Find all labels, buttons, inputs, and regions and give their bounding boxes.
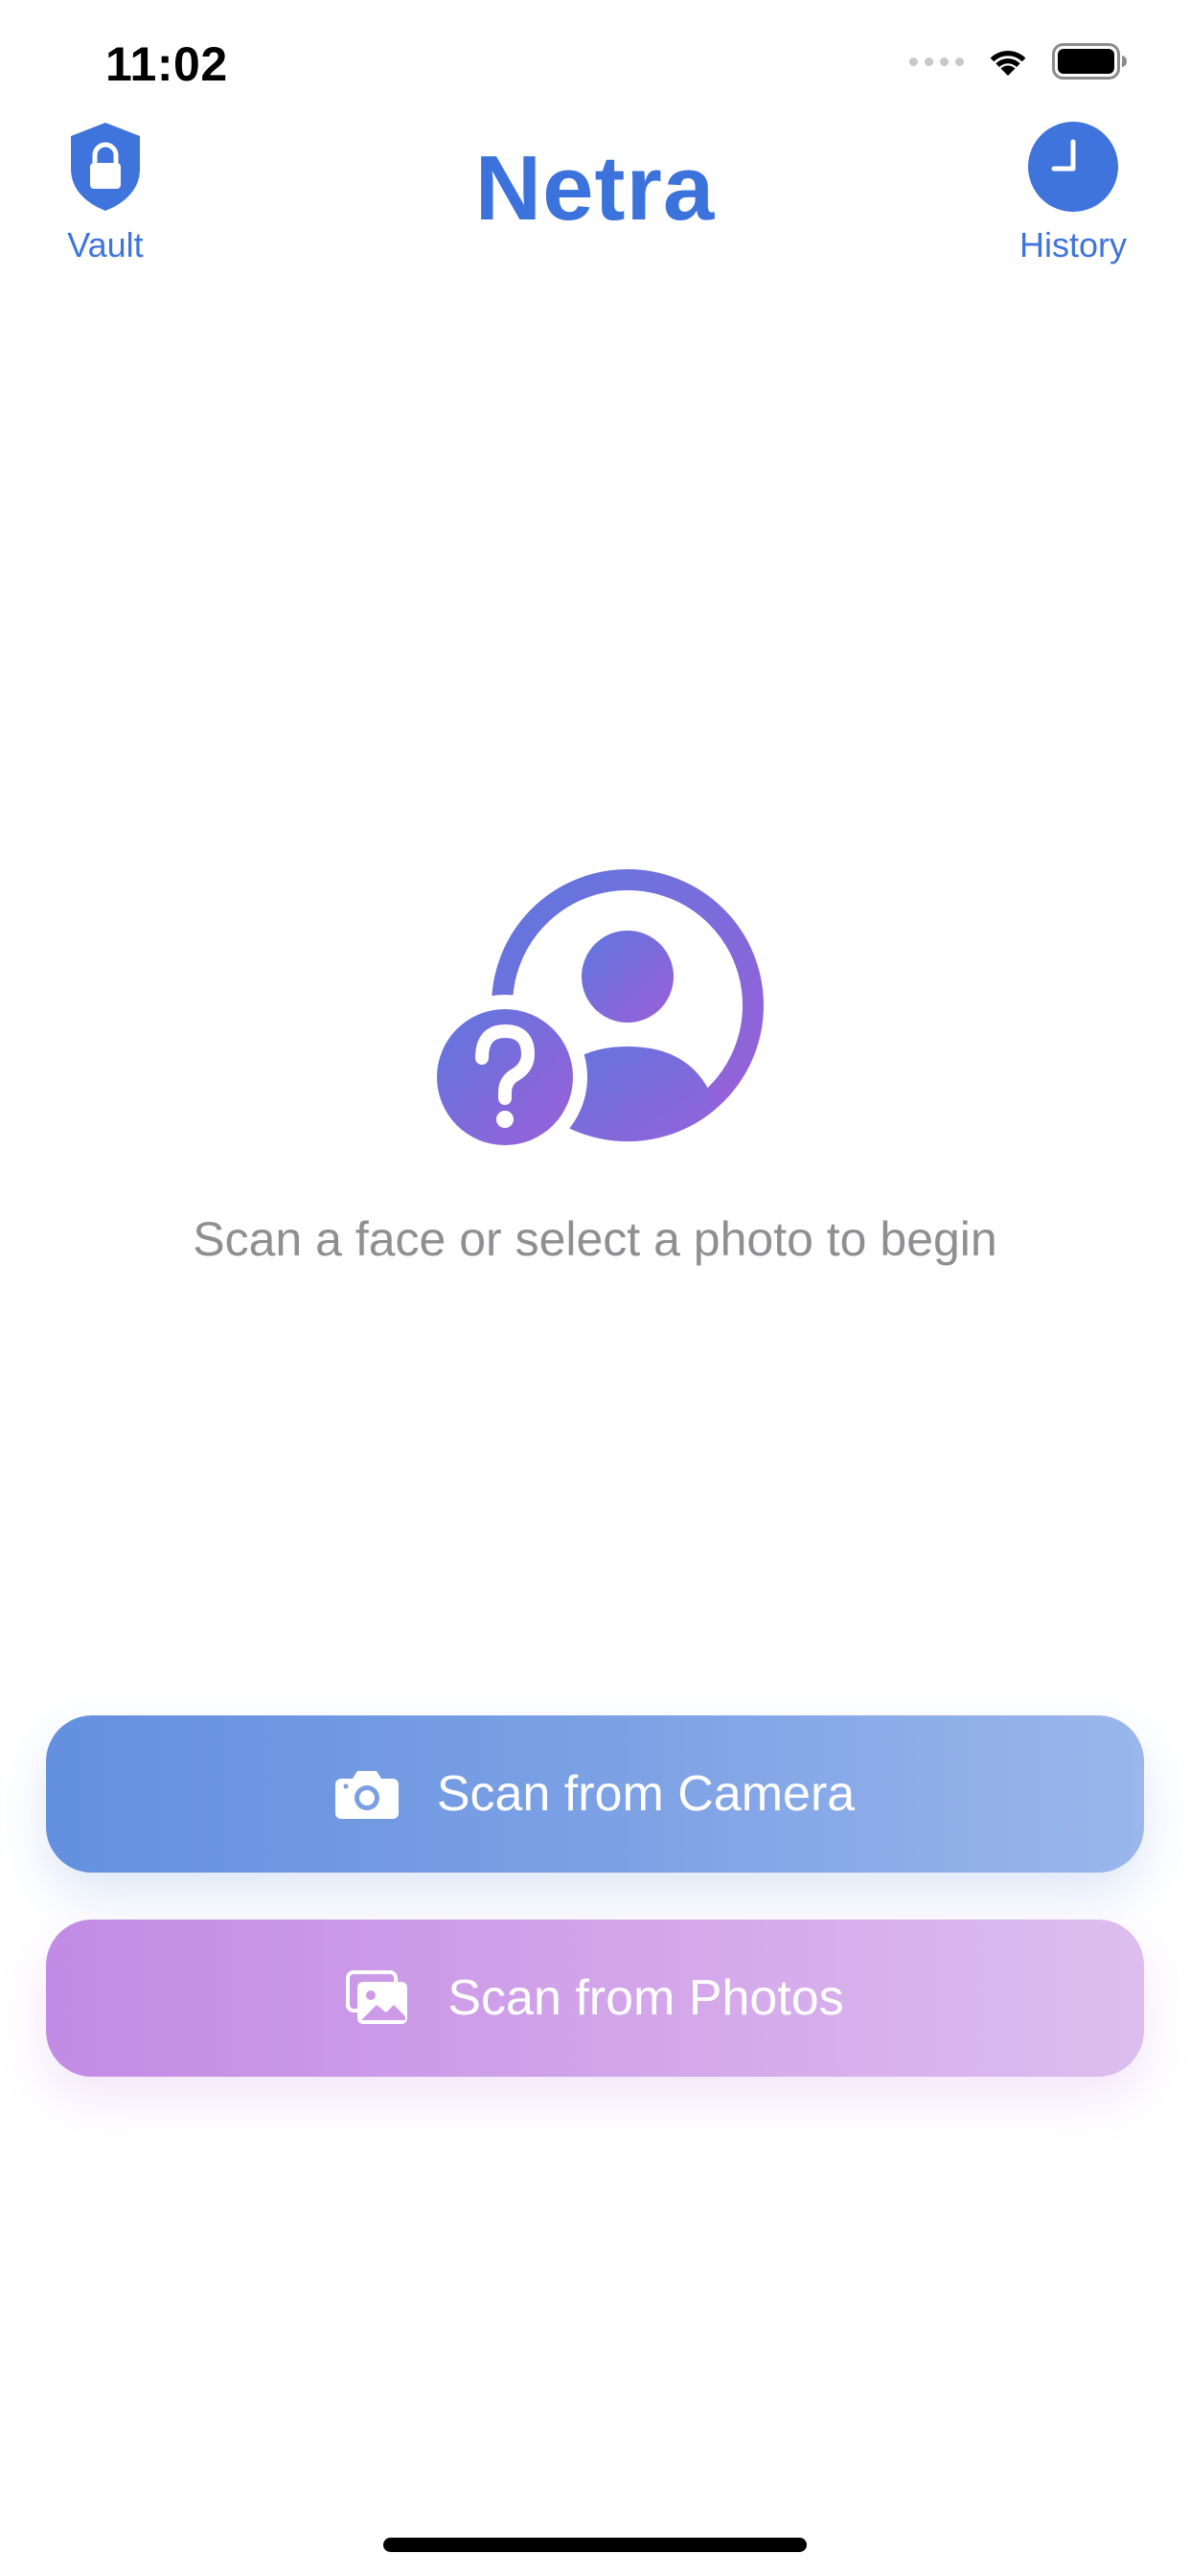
home-indicator[interactable] <box>383 2538 807 2552</box>
scan-from-photos-label: Scan from Photos <box>447 1970 844 2026</box>
scan-from-photos-button[interactable]: Scan from Photos <box>46 1920 1144 2077</box>
camera-icon <box>334 1769 399 1819</box>
scan-from-camera-label: Scan from Camera <box>436 1766 856 1822</box>
battery-icon <box>1052 43 1127 80</box>
scan-from-camera-button[interactable]: Scan from Camera <box>46 1715 1144 1873</box>
cellular-signal-icon <box>909 57 964 66</box>
person-question-icon <box>436 869 764 1150</box>
status-icons <box>909 42 1129 80</box>
clock-icon <box>1028 122 1118 212</box>
photos-icon <box>346 1970 409 2026</box>
status-bar: 11:02 <box>0 0 1190 129</box>
status-time: 11:02 <box>105 37 228 91</box>
hero-prompt: Scan a face or select a photo to begin <box>193 1212 997 1266</box>
history-label: History <box>1018 225 1127 264</box>
history-button[interactable]: History <box>1004 121 1142 265</box>
wifi-icon <box>990 50 1026 76</box>
